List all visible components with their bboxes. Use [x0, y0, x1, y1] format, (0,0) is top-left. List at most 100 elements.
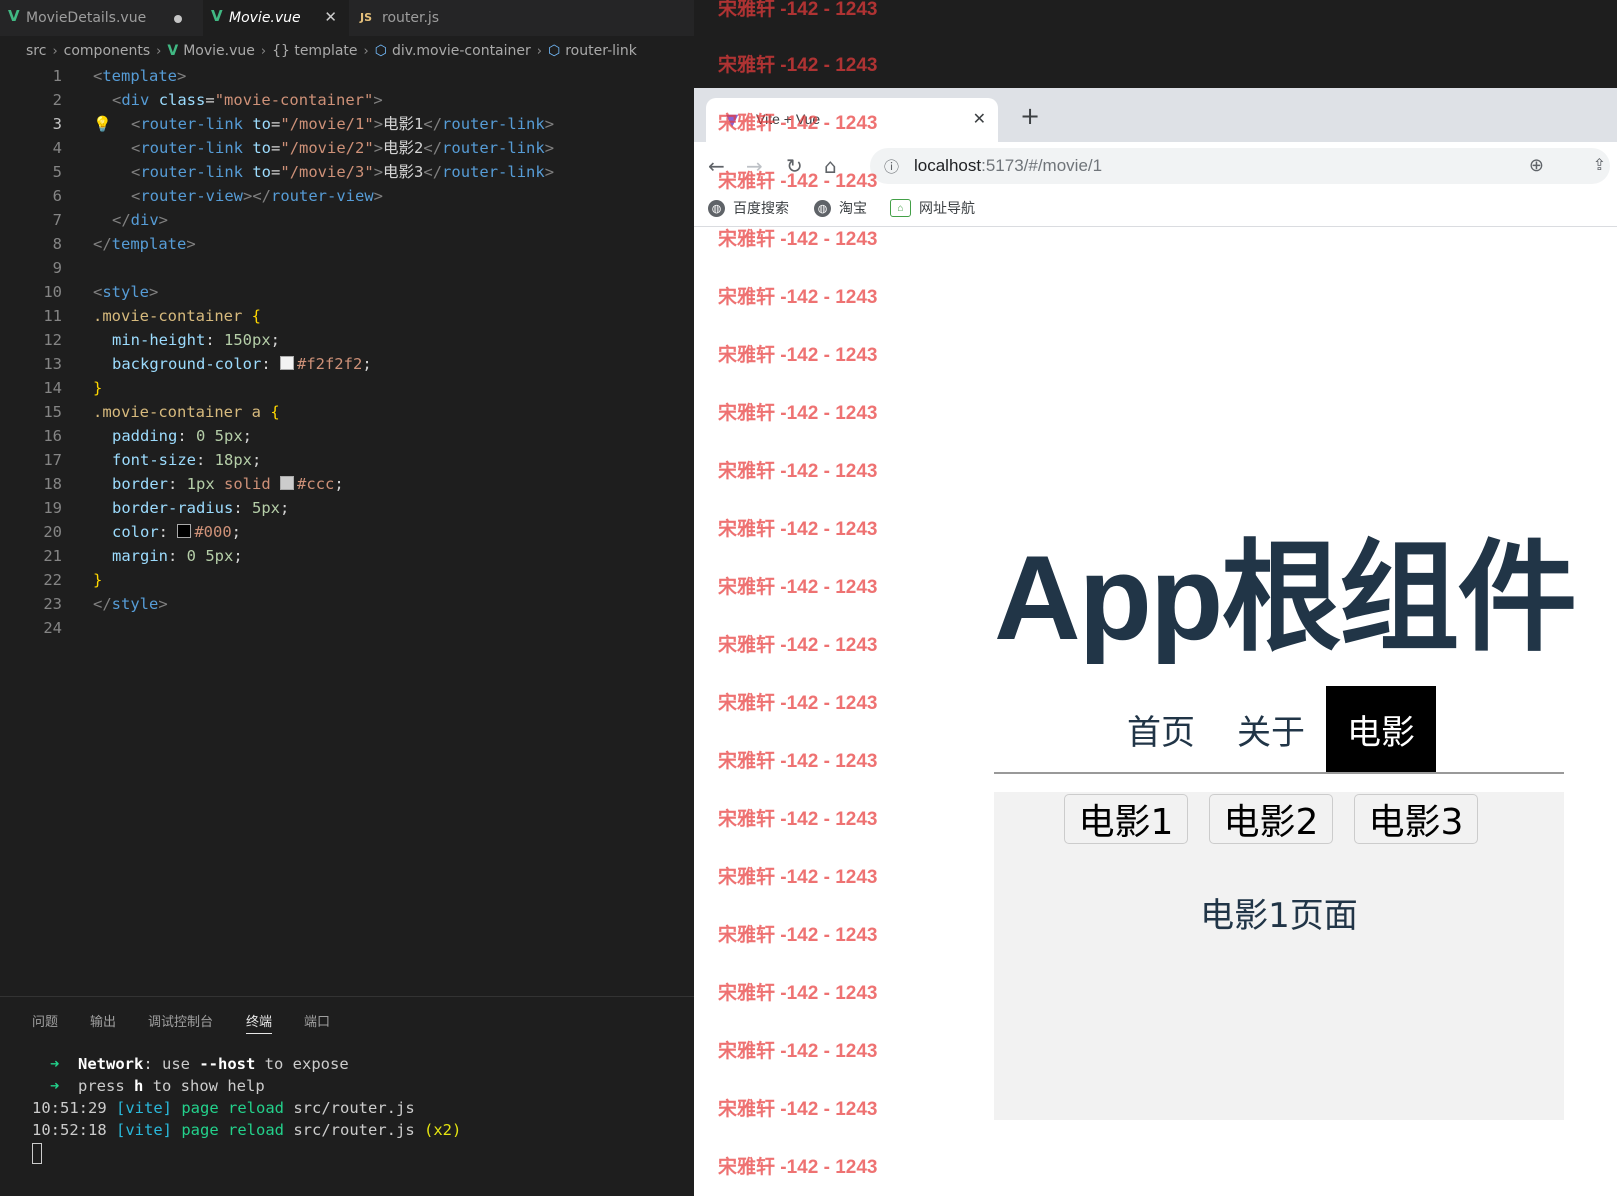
close-icon[interactable]: ✕ [973, 109, 986, 128]
bookmark-baidu[interactable]: ◍ 百度搜索 [708, 198, 789, 218]
vite-favicon-icon: ▼ [726, 110, 739, 129]
tab-movie-vue[interactable]: V Movie.vue ✕ [203, 0, 349, 36]
line-number: 13 [43, 355, 62, 373]
movie-link-3[interactable]: 电影3 [1354, 794, 1478, 844]
line-number: 10 [43, 283, 62, 301]
code-line: 4 <router-link to="/movie/2">电影2</router-… [0, 136, 694, 160]
code-line: 11 .movie-container { [0, 304, 694, 328]
color-swatch[interactable] [280, 476, 295, 490]
nav-link-movie[interactable]: 电影 [1326, 686, 1436, 772]
browser-tab[interactable]: ▼ Vite + Vue ✕ [706, 98, 998, 142]
panel-tab-debug-console[interactable]: 调试控制台 [148, 1011, 213, 1030]
code-line: 5 <router-link to="/movie/3">电影3</router-… [0, 160, 694, 184]
page-viewport: App根组件 首页 关于 电影 电影1 电影2 电影3 电影1页面 [694, 228, 1617, 1196]
panel-tab-terminal[interactable]: 终端 [246, 1011, 273, 1034]
code-line: 20 color: #000; [0, 520, 694, 544]
home-nav-icon: ⌂ [890, 199, 911, 217]
terminal-line: ➜ press h to show help [50, 1077, 265, 1095]
code-line: 1 <template> [0, 64, 694, 88]
browser-toolbar: ← → ↻ ⌂ ⓘ localhost:5173/#/movie/1 ⊕ ⇪ [694, 142, 1617, 190]
line-number: 4 [52, 139, 62, 157]
code-line: 19 border-radius: 5px; [0, 496, 694, 520]
element-cube-icon: ⬡ [374, 43, 387, 59]
code-line: 24 [0, 616, 694, 640]
movie-link-2[interactable]: 电影2 [1209, 794, 1333, 844]
tab-label: Movie.vue [229, 10, 301, 26]
bookmark-taobao[interactable]: ◍ 淘宝 [814, 198, 867, 218]
watermark-text: 宋雅轩 -142 - 1243 [718, 0, 878, 20]
bookmark-nav[interactable]: ⌂ 网址导航 [890, 198, 975, 218]
line-number: 22 [43, 571, 62, 589]
code-line: 17 font-size: 18px; [0, 448, 694, 472]
color-swatch[interactable] [177, 524, 192, 538]
line-number: 2 [52, 91, 62, 109]
globe-icon: ◍ [814, 199, 831, 217]
element-cube-icon: ⬡ [547, 43, 561, 59]
terminal-cursor [32, 1143, 42, 1165]
terminal-line: 10:51:29 [vite] page reload src/router.j… [32, 1099, 415, 1117]
line-number: 8 [52, 235, 62, 253]
breadcrumb-item[interactable]: src [26, 43, 46, 59]
breadcrumb-item[interactable]: div.movie-container [392, 43, 531, 59]
new-tab-icon[interactable]: + [1020, 104, 1040, 128]
line-number: 11 [43, 307, 62, 325]
zoom-icon[interactable]: ⊕ [1529, 155, 1544, 176]
nav-link-about[interactable]: 关于 [1216, 686, 1326, 772]
code-line: 12 min-height: 150px; [0, 328, 694, 352]
line-number: 17 [43, 451, 62, 469]
line-number: 14 [43, 379, 62, 397]
line-number: 23 [43, 595, 62, 613]
line-number: 9 [52, 259, 62, 277]
browser-window: ▼ Vite + Vue ✕ + ← → ↻ ⌂ ⓘ localhost:517… [694, 88, 1617, 1196]
url-text[interactable]: localhost:5173/#/movie/1 [914, 156, 1102, 176]
lightbulb-icon[interactable]: 💡 [93, 112, 112, 136]
line-number: 20 [43, 523, 62, 541]
unsaved-dot-icon[interactable] [174, 15, 182, 23]
code-line: 2 <div class="movie-container"> [0, 88, 694, 112]
back-arrow-icon[interactable]: ← [708, 154, 725, 178]
nav-link-home[interactable]: 首页 [1106, 686, 1216, 772]
breadcrumb-item[interactable]: router-link [565, 43, 637, 59]
code-line: 6 <router-view></router-view> [0, 184, 694, 208]
movie-link-1[interactable]: 电影1 [1064, 794, 1188, 844]
color-swatch[interactable] [279, 356, 294, 370]
tab-label: MovieDetails.vue [26, 10, 147, 26]
code-line: 9 [0, 256, 694, 280]
code-line: 22} [0, 568, 694, 592]
share-icon[interactable]: ⇪ [1593, 155, 1606, 174]
line-number: 16 [43, 427, 62, 445]
reload-icon[interactable]: ↻ [786, 154, 803, 178]
forward-arrow-icon[interactable]: → [746, 154, 763, 178]
vue-file-icon: V [211, 7, 223, 25]
line-number: 19 [43, 499, 62, 517]
movie-container: 电影1 电影2 电影3 电影1页面 [994, 792, 1564, 1120]
breadcrumb-item[interactable]: {} template [272, 43, 357, 59]
tab-moviedetails-vue[interactable]: V MovieDetails.vue [0, 0, 196, 36]
tab-router-js[interactable]: JS router.js [350, 0, 490, 36]
chevron-right-icon: › [156, 43, 162, 59]
breadcrumb-item[interactable]: Movie.vue [183, 43, 255, 59]
info-icon[interactable]: ⓘ [884, 156, 899, 177]
code-line: 8 </template> [0, 232, 694, 256]
panel-tab-ports[interactable]: 端口 [304, 1011, 330, 1030]
panel-tab-output[interactable]: 输出 [90, 1011, 116, 1030]
chevron-right-icon: › [260, 43, 267, 59]
home-icon[interactable]: ⌂ [824, 154, 837, 178]
code-line: 14} [0, 376, 694, 400]
breadcrumb: src › components › V Movie.vue › {} temp… [0, 36, 694, 66]
line-number: 12 [43, 331, 62, 349]
editor-tab-bar: V MovieDetails.vue V Movie.vue ✕ JS rout… [0, 0, 694, 36]
breadcrumb-item[interactable]: components [64, 43, 151, 59]
line-number: 18 [43, 475, 62, 493]
line-number: 24 [43, 619, 62, 637]
line-number: 21 [43, 547, 62, 565]
vue-file-icon: V [167, 43, 179, 59]
bottom-panel: 问题 输出 调试控制台 终端 端口 ➜ Network: use --host … [0, 996, 694, 1196]
close-icon[interactable]: ✕ [324, 8, 337, 26]
globe-icon: ◍ [708, 199, 725, 217]
vue-file-icon: V [8, 7, 20, 25]
address-bar[interactable]: ⓘ localhost:5173/#/movie/1 ⊕ ⇪ [870, 148, 1610, 184]
panel-tab-problems[interactable]: 问题 [32, 1011, 58, 1030]
chevron-right-icon: › [363, 43, 369, 59]
line-number: 15 [43, 403, 62, 421]
